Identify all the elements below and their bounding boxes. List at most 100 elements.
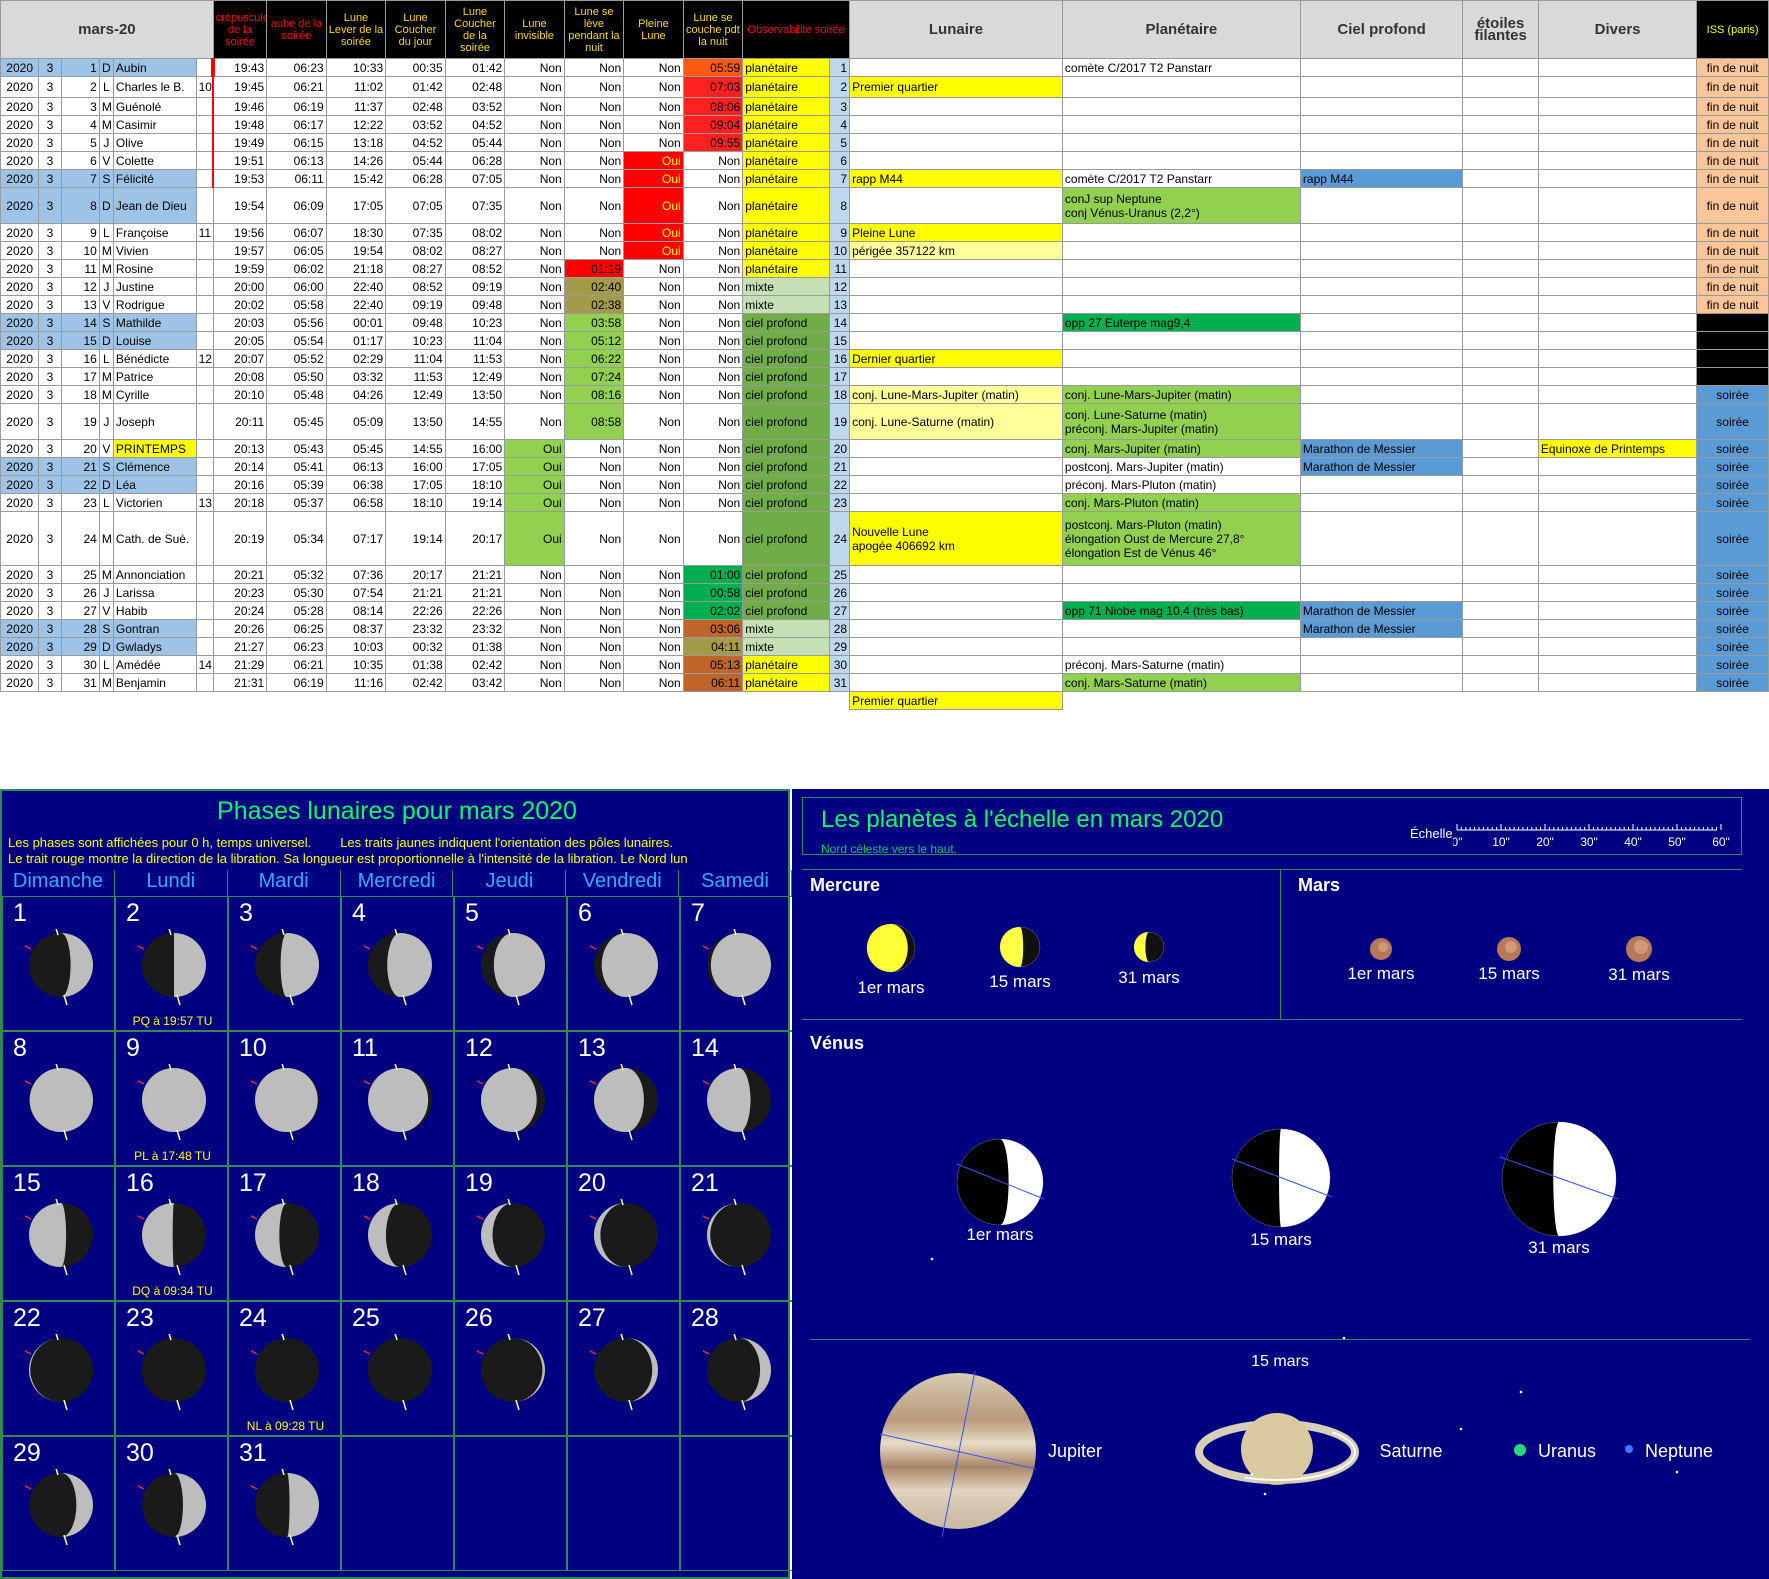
cell-plan xyxy=(1061,151,1301,170)
cell-plan: préconj. Mars-Saturne (matin) xyxy=(1061,655,1301,674)
cell-cp xyxy=(1299,583,1464,602)
cell-inv: Non xyxy=(504,76,565,98)
moon-icon xyxy=(364,1199,432,1276)
cell-wk xyxy=(195,403,214,440)
moon-day-29: 29 xyxy=(2,1436,115,1571)
cell-iss: soirée xyxy=(1696,385,1769,404)
cell-div xyxy=(1537,403,1698,440)
cell-obs: planétaire xyxy=(742,76,830,98)
cell-saint: PRINTEMPS xyxy=(112,439,197,458)
empty-cell xyxy=(1538,692,1696,710)
cell-wk xyxy=(195,169,215,188)
cell-wk: 11 xyxy=(195,223,214,242)
cell-wk xyxy=(195,565,214,584)
col-pleine-lune: Pleine Lune xyxy=(623,0,684,59)
mercure-date-3: 31 mars xyxy=(1118,968,1179,987)
cell-lev: 02:40 xyxy=(563,277,625,296)
empty-cell xyxy=(743,692,830,710)
cell-cou: Non xyxy=(682,151,744,170)
cell-obs: planétaire xyxy=(742,655,830,674)
cell-lun xyxy=(849,58,1063,77)
cell-lev: Non xyxy=(563,583,625,602)
cell-lc: 08:52 xyxy=(385,277,446,296)
cell-w: M xyxy=(98,367,114,386)
moon-icon xyxy=(138,1064,206,1141)
cell-div xyxy=(1537,331,1698,350)
cell-lcs: 21:21 xyxy=(444,583,506,602)
cell-lc: 12:49 xyxy=(385,385,446,404)
moon-day-10: 10 xyxy=(228,1031,341,1166)
cell-a: 05:45 xyxy=(266,403,327,440)
cell-m: 3 xyxy=(38,565,62,584)
day-number: 11 xyxy=(352,1034,378,1062)
cell-m: 3 xyxy=(38,349,62,368)
cell-y: 2020 xyxy=(0,115,40,134)
cell-lc: 00:35 xyxy=(385,58,446,77)
cell-c: 19:53 xyxy=(212,169,268,188)
cell-saint: Cath. de Suè. xyxy=(112,511,197,566)
cell-obs: ciel profond xyxy=(742,511,830,566)
phase-event: PQ à 19:57 TU xyxy=(132,1014,213,1028)
cell-plan: préconj. Mars-Pluton (matin) xyxy=(1061,475,1301,494)
cell-lcs: 19:14 xyxy=(444,493,506,512)
cell-m: 3 xyxy=(38,655,62,674)
moon-title: Phases lunaires pour mars 2020 xyxy=(217,797,577,825)
cell-div xyxy=(1537,223,1698,242)
cell-ef xyxy=(1462,367,1539,386)
cell-w: D xyxy=(98,58,114,77)
cell-a: 05:32 xyxy=(266,565,327,584)
cell-pl: Non xyxy=(623,493,684,512)
cell-lc: 02:42 xyxy=(385,673,446,692)
col-lune-lever: Lune Lever de la soirée xyxy=(325,0,387,59)
table-row: 2020 3 12 J Justine 20:00 06:00 22:40 08:52 09:19… xyxy=(0,277,1769,296)
cell-lr: 15:42 xyxy=(325,169,387,188)
cell-inv: Oui xyxy=(504,475,565,494)
cell-w: J xyxy=(98,403,114,440)
cell-inv: Non xyxy=(504,115,565,134)
cell-m: 3 xyxy=(38,97,62,116)
cell-c: 20:18 xyxy=(212,493,268,512)
day-number: 26 xyxy=(465,1304,493,1332)
cell-div xyxy=(1537,583,1698,602)
cell-inv: Non xyxy=(504,673,565,692)
table-row: 2020 3 1 D Aubin 19:43 06:23 10:33 00:35 01:42 Non… xyxy=(0,58,1769,77)
cell-a: 06:15 xyxy=(266,133,327,152)
cell-c: 19:51 xyxy=(212,151,268,170)
cell-div xyxy=(1537,241,1698,260)
cell-lun: Premier quartier xyxy=(849,76,1063,98)
cell-pl: Non xyxy=(623,295,684,314)
cell-c: 19:43 xyxy=(212,58,268,77)
cell-c: 20:21 xyxy=(212,565,268,584)
cell-pl: Non xyxy=(623,58,684,77)
cell-y: 2020 xyxy=(0,511,40,566)
cell-div xyxy=(1537,385,1698,404)
cell-y: 2020 xyxy=(0,655,40,674)
cell-div xyxy=(1537,169,1698,188)
cell-saint: Casimir xyxy=(112,115,197,134)
cell-lun xyxy=(849,313,1063,332)
cell-w: M xyxy=(98,511,114,566)
cell-saint: Benjamin xyxy=(112,673,197,692)
moon-icon xyxy=(251,1199,319,1276)
cell-d: 12 xyxy=(60,277,100,296)
cell-saint: Larissa xyxy=(112,583,197,602)
cell-obs: planétaire xyxy=(742,97,830,116)
day-number: 24 xyxy=(239,1304,267,1332)
cell-lc: 08:02 xyxy=(385,241,446,260)
cell-iss: soirée xyxy=(1696,637,1769,656)
cell-m: 3 xyxy=(38,58,62,77)
cell-plan xyxy=(1061,133,1301,152)
phase-event: DQ à 09:34 TU xyxy=(132,1284,213,1298)
cell-d: 9 xyxy=(60,223,100,242)
cell-lev: Non xyxy=(563,58,625,77)
cell-lr: 14:26 xyxy=(325,151,387,170)
cell-w: V xyxy=(98,439,114,458)
cell-a: 05:34 xyxy=(266,511,327,566)
cell-w: M xyxy=(98,565,114,584)
cell-lun xyxy=(849,619,1063,638)
day-number: 29 xyxy=(13,1439,41,1467)
cell-pl: Non xyxy=(623,385,684,404)
table-row: 2020 3 22 D Léa 20:16 05:39 06:38 17:05 18:10 Oui N… xyxy=(0,475,1769,494)
cell-cp: Marathon de Messier xyxy=(1299,601,1464,620)
cell-cou: Non xyxy=(682,223,744,242)
